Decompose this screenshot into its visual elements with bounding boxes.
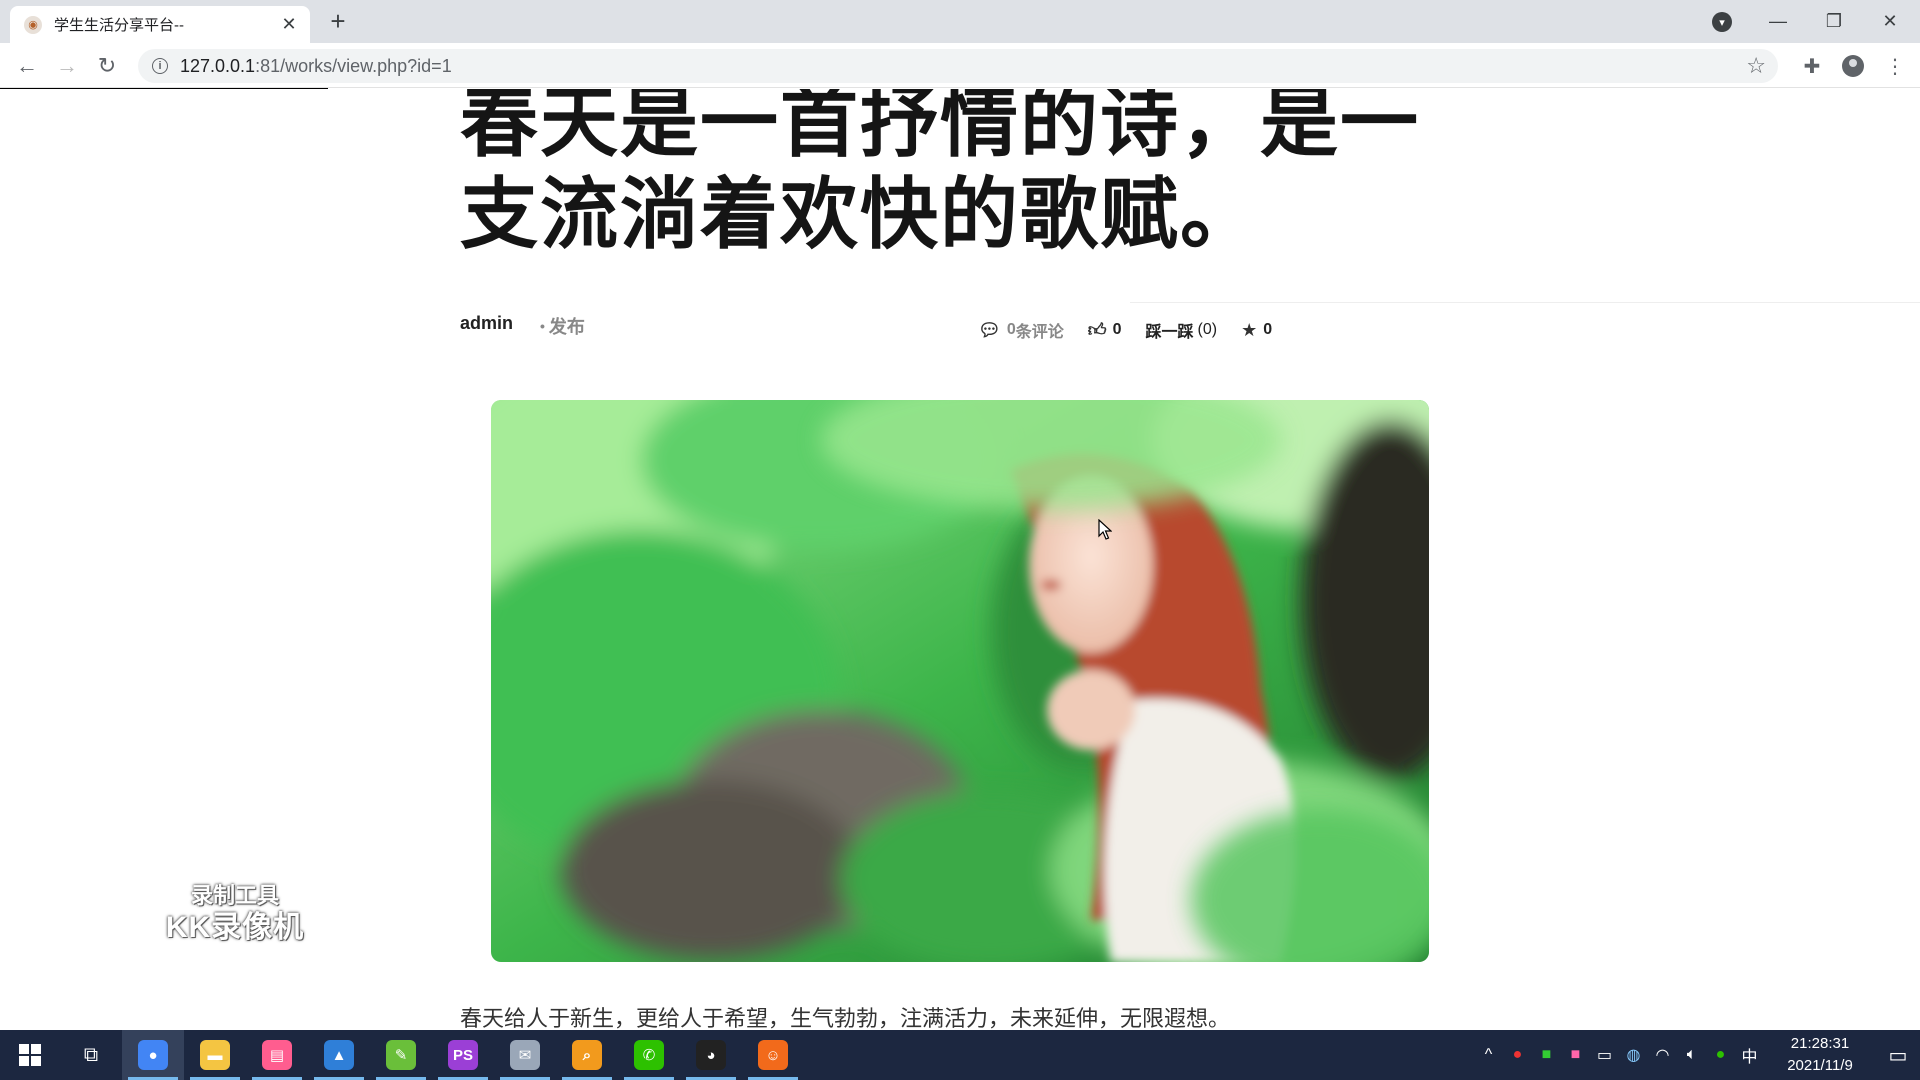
taskbar-apps: ● ▬ ▤ ▲ ✎ PS ✉ ⌕ ✆ ◕ ☺ [122,1030,804,1080]
chrome-icon: ● [138,1040,168,1070]
profile-avatar[interactable] [1838,51,1868,81]
tray-app-green-icon[interactable]: ■ [1532,1030,1561,1080]
taskbar-app-app-orange[interactable]: ☺ [742,1030,804,1080]
tray-expand-icon[interactable]: ^ [1474,1030,1503,1080]
app-green-icon: ✎ [386,1040,416,1070]
system-tray: ^ ● ■ ■ ▭ ◍ ◠ 🔈︎ ● 中 21:28:31 2021/11/9 … [1474,1030,1920,1080]
url-text: 127.0.0.1:81/works/view.php?id=1 [180,55,452,76]
clock-date: 2021/11/9 [1787,1057,1853,1074]
start-button[interactable] [0,1030,60,1080]
address-bar[interactable]: i 127.0.0.1:81/works/view.php?id=1 ☆ [138,49,1778,83]
app-gray-icon: ✉ [510,1040,540,1070]
site-favicon-icon: ◉ [24,15,42,34]
task-view-icon: ⧉ [83,1043,99,1066]
web-page: 春天是一首抒情的诗，是一支流淌着欢快的歌赋。 admin • 发布 💬︎ 0 条评论… [0,89,1920,1030]
tray-device-icon[interactable]: ▭ [1590,1030,1619,1080]
taskbar-app-chrome[interactable]: ● [122,1030,184,1080]
tray-app-pink-icon[interactable]: ■ [1561,1030,1590,1080]
taskbar-app-app-green[interactable]: ✎ [370,1030,432,1080]
qq-icon: ◕ [696,1040,726,1070]
like-button[interactable]: 👍︎ 0 [1088,319,1122,341]
browser-tab-bar: ◉ 学生生活分享平台-- ✕ + ▾ — ❐ ✕ [0,0,1920,43]
minimize-icon[interactable]: — [1750,0,1806,43]
taskbar-app-phpstorm[interactable]: PS [432,1030,494,1080]
article-paragraph: 春天给人于新生，更给人于希望，生气勃勃，注满活力，未来延伸，无限遐想。 [460,1006,1231,1030]
favorite-button[interactable]: ★ 0 [1241,320,1272,341]
article-title: 春天是一首抒情的诗，是一支流淌着欢快的歌赋。 [460,89,1421,260]
tray-app-red-icon[interactable]: ● [1503,1030,1532,1080]
taskbar-app-app-pink[interactable]: ▤ [246,1030,308,1080]
header-divider [1130,302,1920,303]
site-info-icon[interactable]: i [152,58,168,74]
tab-title: 学生生活分享平台-- [54,17,184,34]
browser-tab-active[interactable]: ◉ 学生生活分享平台-- ✕ [10,6,310,43]
recorder-watermark: 录制工具 KK录像机 [160,881,310,945]
taskbar-app-search-app[interactable]: ⌕ [556,1030,618,1080]
tab-close-icon[interactable]: ✕ [278,14,300,35]
taskbar-app-app-gray[interactable]: ✉ [494,1030,556,1080]
star-pin-icon: ★ [1241,319,1258,340]
search-app-icon: ⌕ [572,1040,602,1070]
taskbar-app-file-explorer[interactable]: ▬ [184,1030,246,1080]
article-photo [491,400,1429,962]
new-tab-button[interactable]: + [324,8,352,36]
app-orange-icon: ☺ [758,1040,788,1070]
reload-icon[interactable]: ↻ [90,49,124,83]
avatar-icon [1842,55,1864,77]
extensions-icon[interactable]: ✚ [1797,51,1827,81]
watermark-line1: 录制工具 [190,883,279,908]
mouse-cursor-icon [1098,519,1112,540]
dislike-button[interactable]: 踩一踩 (0) [1146,318,1218,342]
taskbar-app-wechat[interactable]: ✆ [618,1030,680,1080]
article-stats: 💬︎ 0 条评论 👍︎ 0 踩一踩 (0) ★ 0 [978,318,1296,342]
close-window-icon[interactable]: ✕ [1862,0,1918,43]
thumbs-up-icon: 👍︎ [1087,320,1107,340]
back-icon[interactable]: ← [10,49,44,83]
clock-time: 21:28:31 [1790,1035,1850,1052]
watermark-line2: KK录像机 [165,911,305,944]
clock[interactable]: 21:28:31 2021/11/9 [1774,1033,1866,1077]
wifi-icon[interactable]: ◠ [1648,1030,1677,1080]
notification-center-icon[interactable]: ▭ [1876,1030,1920,1080]
windows-taskbar: ⧉ ● ▬ ▤ ▲ ✎ PS ✉ ⌕ ✆ ◕ ☺ ^ ● ■ ■ ▭ ◍ ◠ 🔈︎ ● 中 21:2… [0,1030,1920,1080]
taskbar-app-qq[interactable]: ◕ [680,1030,742,1080]
ime-indicator[interactable]: 中 [1735,1030,1764,1080]
bookmark-star-icon[interactable]: ☆ [1746,53,1766,79]
app-pink-icon: ▤ [262,1040,292,1070]
phpstorm-icon: PS [448,1040,478,1070]
comments-stat[interactable]: 💬︎ 0 条评论 [978,318,1064,342]
publish-label: • 发布 [540,317,585,337]
author-link[interactable]: admin [460,313,513,334]
more-menu-icon[interactable]: ⋮ [1880,51,1910,81]
wechat-icon: ✆ [634,1040,664,1070]
taskbar-app-photos[interactable]: ▲ [308,1030,370,1080]
photos-icon: ▲ [324,1040,354,1070]
tray-wechat-icon[interactable]: ● [1706,1030,1735,1080]
tray-security-icon[interactable]: ◍ [1619,1030,1648,1080]
browser-toolbar: ← → ↻ i 127.0.0.1:81/works/view.php?id=1… [0,43,1920,88]
forward-icon[interactable]: → [50,49,84,83]
comment-bubble-icon: 💬︎ [978,319,1001,340]
tab-search-icon[interactable]: ▾ [1712,12,1732,32]
windows-logo-icon [19,1044,41,1066]
file-explorer-icon: ▬ [200,1040,230,1070]
restore-icon[interactable]: ❐ [1806,0,1862,43]
volume-icon[interactable]: 🔈︎ [1677,1030,1706,1080]
task-view-button[interactable]: ⧉ [60,1030,122,1080]
